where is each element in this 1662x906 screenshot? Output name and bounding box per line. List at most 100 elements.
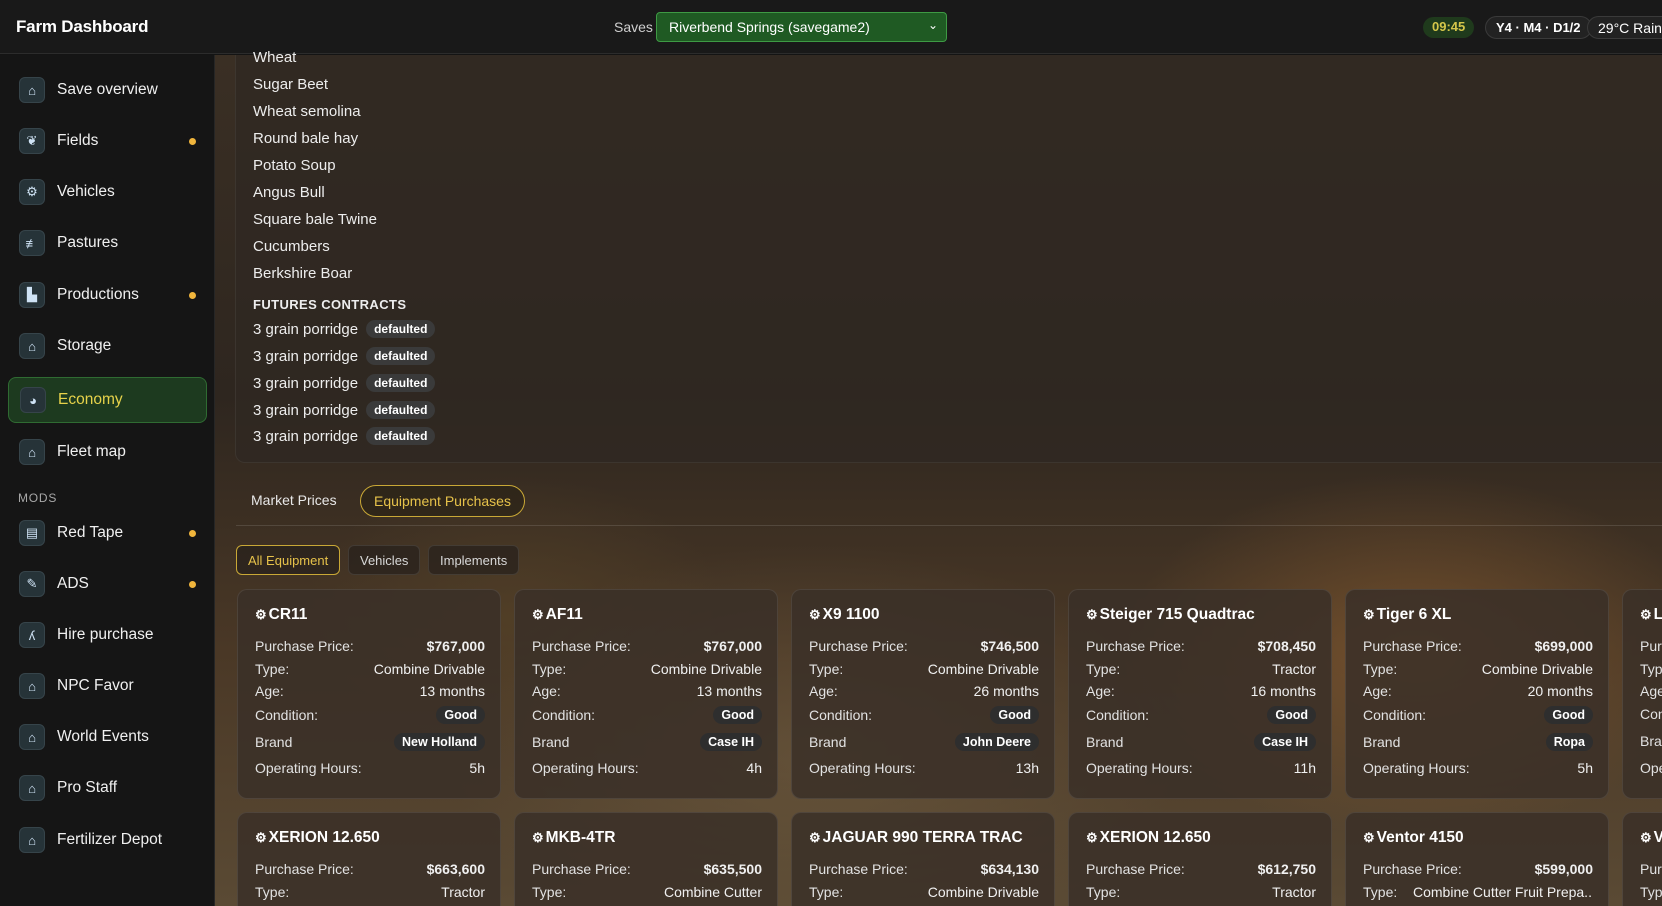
list-item: Wheat semolina (253, 103, 361, 120)
sidebar-item-save-overview[interactable]: ⌂ Save overview (8, 67, 207, 113)
equipment-name: ⚙ XERION 12.650 (255, 829, 380, 846)
sidebar-item-pro-staff[interactable]: ⌂ Pro Staff (8, 765, 207, 811)
notification-dot (189, 137, 196, 145)
sidebar-item-label: Fields (57, 132, 99, 149)
equipment-card[interactable]: ⚙ Tiger 6 XL Purchase Price: $699,000 Type… (1345, 589, 1609, 799)
tab-market-prices[interactable]: Market Prices (238, 485, 350, 517)
status-badge: defaulted (366, 347, 436, 365)
hours-row: Operating Hours: 11h (1086, 760, 1316, 776)
sidebar-item-pastures[interactable]: ≢ Pastures (8, 220, 207, 266)
sidebar-item-fields[interactable]: ❦ Fields (8, 118, 207, 164)
equipment-card[interactable]: ⚙L Purc Typ Age Con Bra Ope (1622, 589, 1662, 799)
condition-row: Condition: Good (532, 706, 762, 724)
brand-row: Brand Case IH (532, 733, 762, 751)
sidebar-item-red-tape[interactable]: ▤ Red Tape (8, 510, 207, 556)
condition-row: Condition: Good (1086, 706, 1316, 724)
price-row: Purchase Price: $767,000 (532, 638, 762, 654)
filter-vehicles[interactable]: Vehicles (348, 545, 421, 575)
gear-icon: ⚙ (1640, 830, 1652, 845)
sidebar-item-storage[interactable]: ⌂ Storage (8, 323, 207, 369)
status-badge: defaulted (366, 401, 436, 419)
gear-icon: ⚙ (1086, 830, 1098, 845)
brand-row: Brand John Deere (809, 733, 1039, 751)
brand-row: Brand Ropa (1363, 733, 1593, 751)
equipment-card[interactable]: ⚙ X9 1100 Purchase Price: $746,500 Type: Co… (791, 589, 1055, 799)
clipboard-icon: ▤ (19, 520, 45, 546)
sidebar-item-productions[interactable]: ▙ Productions (8, 272, 207, 318)
equipment-name: ⚙ Ventor 4150 (1363, 829, 1464, 846)
futures-contract-row: 3 grain porridge defaulted (253, 320, 436, 338)
sidebar-item-fertilizer-depot[interactable]: ⌂ Fertilizer Depot (8, 817, 207, 863)
economy-icon: ◕ (20, 387, 46, 413)
gear-icon: ⚙ (1086, 607, 1098, 622)
top-bar: Farm Dashboard Saves Riverbend Springs (… (0, 0, 1662, 54)
equipment-card[interactable]: ⚙ JAGUAR 990 TERRA TRAC Purchase Price: $6… (791, 812, 1055, 906)
sidebar-item-label: Economy (58, 391, 123, 408)
sidebar-item-label: Pro Staff (57, 779, 118, 796)
sidebar-item-vehicles[interactable]: ⚙ Vehicles (8, 169, 207, 215)
save-selector[interactable]: Riverbend Springs (savegame2) ⌄ (656, 12, 947, 42)
brand-badge: New Holland (393, 733, 485, 751)
equipment-card[interactable]: ⚙ AF11 Purchase Price: $767,000 Type: Combi… (514, 589, 778, 799)
type-row: Typ (1640, 661, 1662, 677)
sidebar-item-label: World Events (57, 728, 149, 745)
equipment-name: ⚙ JAGUAR 990 TERRA TRAC (809, 829, 1023, 846)
sidebar-item-world-events[interactable]: ⌂ World Events (8, 714, 207, 760)
filter-implements[interactable]: Implements (428, 545, 520, 575)
list-item: Sugar Beet (253, 76, 329, 93)
clock-badge: 09:45 (1423, 17, 1475, 38)
sidebar-item-ads[interactable]: ✎ ADS (8, 561, 207, 607)
home-icon: ⌂ (19, 673, 45, 699)
hours-row: Operating Hours: 5h (255, 760, 485, 776)
equipment-name: ⚙ MKB-4TR (532, 829, 616, 846)
contract-name: 3 grain porridge (253, 374, 359, 392)
gear-icon: ⚙ (255, 830, 267, 845)
sidebar-item-label: Vehicles (57, 183, 115, 200)
equipment-name: ⚙ CR11 (255, 606, 308, 623)
age-row: Age: 16 months (1086, 683, 1316, 699)
equipment-card[interactable]: ⚙ XERION 12.650 Purchase Price: $663,600 T… (237, 812, 501, 906)
equipment-card[interactable]: ⚙ CR11 Purchase Price: $767,000 Type: Combi… (237, 589, 501, 799)
contract-name: 3 grain porridge (253, 427, 359, 445)
list-item: Wheat (253, 49, 297, 66)
sidebar-item-label: NPC Favor (57, 677, 134, 694)
sidebar-item-npc-favor[interactable]: ⌂ NPC Favor (8, 663, 207, 709)
sidebar-item-fleet-map[interactable]: ⌂ Fleet map (8, 429, 207, 475)
status-badge: defaulted (366, 374, 436, 392)
equipment-name: ⚙ L (1640, 606, 1662, 623)
mods-header: MODS (18, 491, 58, 505)
hours-row: Ope (1640, 760, 1662, 776)
equipment-card[interactable]: ⚙ Ventor 4150 Purchase Price: $599,000 Typ… (1345, 812, 1609, 906)
weather-badge: 29°C Rain (1587, 16, 1662, 39)
gear-icon: ⚙ (1363, 830, 1375, 845)
futures-contract-row: 3 grain porridge defaulted (253, 347, 436, 365)
condition-badge: Good (713, 706, 762, 724)
sidebar-item-label: Storage (57, 337, 112, 354)
price-row: Purc (1640, 638, 1662, 654)
list-item: Berkshire Boar (253, 265, 353, 282)
filter-all-equipment[interactable]: All Equipment (236, 545, 341, 575)
app-title: Farm Dashboard (16, 17, 149, 36)
futures-contracts-title: FUTURES CONTRACTS (253, 297, 407, 312)
contract-name: 3 grain porridge (253, 320, 359, 338)
type-row: Type: Tractor (1086, 884, 1316, 900)
condition-row: Condition: Good (255, 706, 485, 724)
equipment-card[interactable]: ⚙ XERION 12.650 Purchase Price: $612,750 T… (1068, 812, 1332, 906)
list-item: Cucumbers (253, 238, 330, 255)
tab-equipment-purchases[interactable]: Equipment Purchases (360, 485, 525, 517)
sidebar-item-hire-purchase[interactable]: ʎ Hire purchase (8, 612, 207, 658)
equipment-card[interactable]: ⚙ Steiger 715 Quadtrac Purchase Price: $70… (1068, 589, 1332, 799)
sidebar-item-economy[interactable]: ◕ Economy (8, 377, 207, 423)
hours-row: Operating Hours: 4h (532, 760, 762, 776)
factory-icon: ▙ (19, 282, 45, 308)
equipment-card[interactable]: ⚙V Purc Typ (1622, 812, 1662, 906)
sidebar-item-label: Save overview (57, 81, 158, 98)
equipment-card[interactable]: ⚙ MKB-4TR Purchase Price: $635,500 Type: Co… (514, 812, 778, 906)
type-row: Type: Tractor (255, 884, 485, 900)
save-selector-value: Riverbend Springs (savegame2) (669, 19, 870, 35)
sidebar-item-label: Pastures (57, 234, 119, 251)
age-row: Age: 26 months (809, 683, 1039, 699)
storage-icon: ⌂ (19, 333, 45, 359)
equipment-name: ⚙ Tiger 6 XL (1363, 606, 1452, 623)
home-icon: ⌂ (19, 724, 45, 750)
